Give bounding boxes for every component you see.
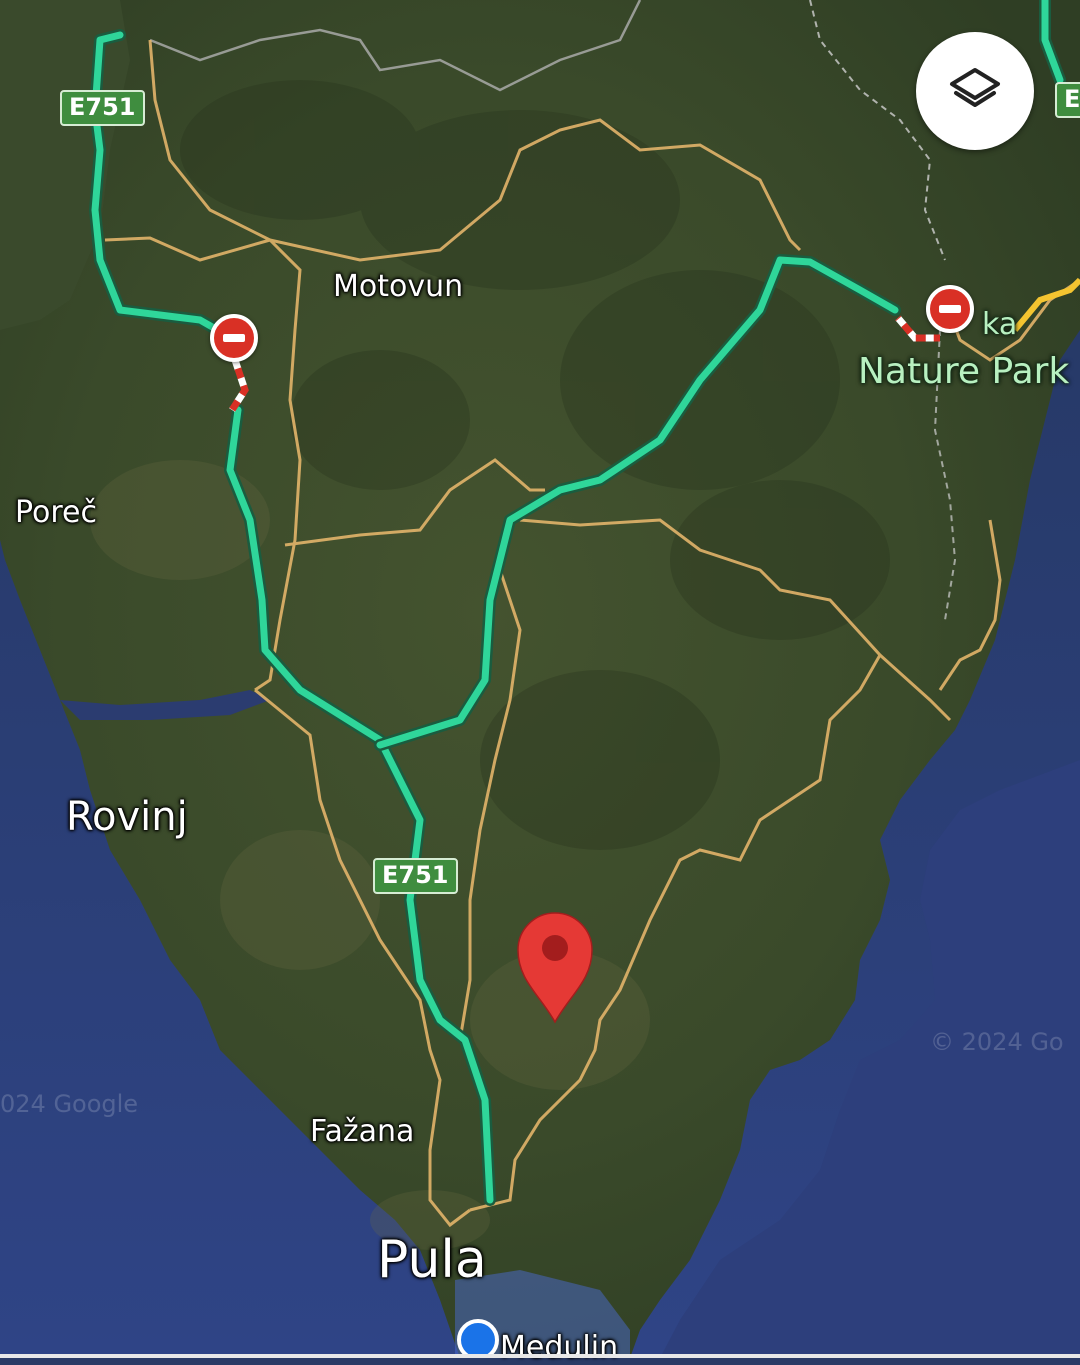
bottom-edge <box>0 1354 1080 1358</box>
location-dot-icon <box>457 1319 499 1358</box>
no-entry-icon[interactable] <box>210 314 258 362</box>
place-label-medulin: Medulin <box>500 1330 619 1365</box>
place-label-nature-park: Nature Park <box>858 351 1070 392</box>
map-watermark: 024 Google <box>0 1090 139 1118</box>
road-shield: E751 <box>373 858 458 894</box>
map-watermark: © 2024 Go <box>930 1028 1064 1056</box>
place-label-ucka: ka <box>982 307 1018 342</box>
place-label-porec: Poreč <box>15 495 98 530</box>
no-entry-icon[interactable] <box>926 285 974 333</box>
layers-icon <box>950 68 1000 107</box>
place-label-fazana: Fažana <box>310 1114 415 1149</box>
road-shield: E <box>1055 82 1080 118</box>
place-label-rovinj: Rovinj <box>66 794 188 840</box>
road-shield: E751 <box>60 90 145 126</box>
place-label-motovun: Motovun <box>333 269 464 304</box>
place-label-pula: Pula <box>377 1230 487 1290</box>
satellite-map[interactable] <box>0 0 1080 1358</box>
layers-button[interactable] <box>916 32 1034 150</box>
